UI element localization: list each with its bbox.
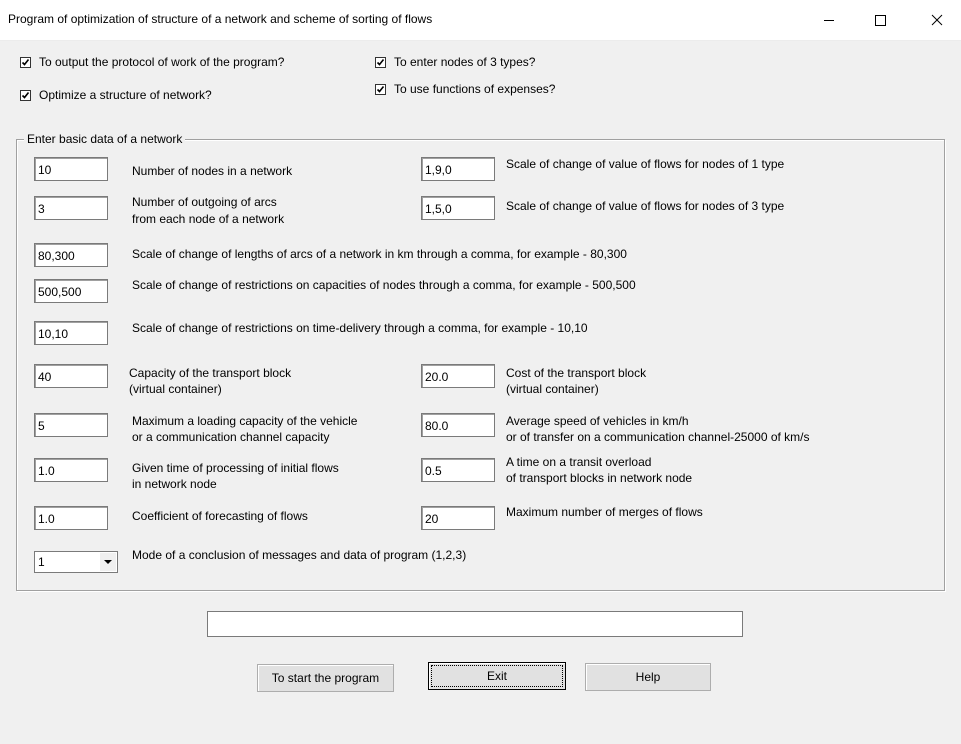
- flow-scale-type3-label: Scale of change of value of flows for no…: [506, 199, 785, 213]
- node-capacities-input[interactable]: 500,500: [34, 279, 108, 303]
- time-delivery-label: Scale of change of restrictions on time-…: [132, 321, 588, 335]
- max-merges-input[interactable]: 20: [421, 506, 495, 530]
- processing-time-input[interactable]: 1.0: [34, 458, 108, 482]
- checkbox-box[interactable]: [375, 57, 386, 68]
- forecast-coef-label: Coefficient of forecasting of flows: [132, 509, 308, 523]
- block-capacity-input[interactable]: 40: [34, 364, 108, 388]
- time-delivery-input[interactable]: 10,10: [34, 321, 108, 345]
- exit-button[interactable]: Exit: [428, 662, 566, 690]
- enter-nodes-3-types-checkbox[interactable]: To enter nodes of 3 types?: [375, 55, 535, 70]
- use-expense-functions-label: To use functions of expenses?: [394, 82, 556, 96]
- vehicle-capacity-input[interactable]: 5: [34, 413, 108, 437]
- mode-label: Mode of a conclusion of messages and dat…: [132, 548, 467, 562]
- forecast-coef-input[interactable]: 1.0: [34, 506, 108, 530]
- optimize-structure-checkbox[interactable]: Optimize a structure of network?: [20, 88, 212, 103]
- block-cost-label-2: (virtual container): [506, 382, 599, 396]
- enter-nodes-3-types-label: To enter nodes of 3 types?: [394, 55, 536, 69]
- use-expense-functions-checkbox[interactable]: To use functions of expenses?: [375, 82, 555, 97]
- minimize-icon: [823, 20, 834, 21]
- flow-scale-type1-label: Scale of change of value of flows for no…: [506, 157, 785, 171]
- node-capacities-label: Scale of change of restrictions on capac…: [132, 278, 636, 292]
- mode-select-value: 1: [38, 555, 45, 569]
- check-icon: [376, 59, 385, 66]
- nodes-count-input[interactable]: 10: [34, 157, 108, 181]
- checkbox-box[interactable]: [20, 90, 31, 101]
- vehicle-capacity-label-1: Maximum a loading capacity of the vehicl…: [132, 414, 358, 428]
- flow-scale-type3-input[interactable]: 1,5,0: [421, 196, 495, 220]
- vehicle-speed-input[interactable]: 80.0: [421, 413, 495, 437]
- chevron-down-icon: [104, 559, 112, 564]
- flow-scale-type1-input[interactable]: 1,9,0: [421, 157, 495, 181]
- arc-lengths-input[interactable]: 80,300: [34, 243, 108, 267]
- status-field: [207, 611, 743, 637]
- block-capacity-label-1: Capacity of the transport block: [129, 366, 292, 380]
- vehicle-capacity-label-2: or a communication channel capacity: [132, 430, 330, 444]
- max-merges-label: Maximum number of merges of flows: [506, 505, 703, 519]
- outgoing-arcs-label-2: from each node of a network: [132, 212, 285, 226]
- checkbox-box[interactable]: [20, 57, 31, 68]
- nodes-count-label: Number of nodes in a network: [132, 164, 293, 178]
- mode-select[interactable]: 1: [34, 551, 118, 573]
- output-protocol-label: To output the protocol of work of the pr…: [39, 55, 285, 69]
- processing-time-label-1: Given time of processing of initial flow…: [132, 461, 339, 475]
- arc-lengths-label: Scale of change of lengths of arcs of a …: [132, 247, 627, 261]
- block-capacity-label-2: (virtual container): [129, 382, 222, 396]
- optimize-structure-label: Optimize a structure of network?: [39, 88, 212, 102]
- maximize-icon: [874, 15, 886, 26]
- close-button[interactable]: [914, 0, 959, 40]
- group-legend: Enter basic data of a network: [24, 132, 186, 147]
- window-title: Program of optimization of structure of …: [8, 12, 433, 26]
- checkbox-box[interactable]: [375, 84, 386, 95]
- check-icon: [376, 86, 385, 93]
- close-icon: [931, 14, 942, 26]
- maximize-button[interactable]: [857, 0, 902, 40]
- processing-time-label-2: in network node: [132, 477, 217, 491]
- check-icon: [21, 59, 30, 66]
- mode-select-dropdown-button[interactable]: [100, 553, 116, 571]
- block-cost-input[interactable]: 20.0: [421, 364, 495, 388]
- block-cost-label-1: Cost of the transport block: [506, 366, 647, 380]
- outgoing-arcs-input[interactable]: 3: [34, 196, 108, 220]
- vehicle-speed-label-1: Average speed of vehicles in km/h: [506, 414, 689, 428]
- outgoing-arcs-label-1: Number of outgoing of arcs: [132, 195, 277, 209]
- transit-time-input[interactable]: 0.5: [421, 458, 495, 482]
- check-icon: [21, 92, 30, 99]
- transit-time-label-2: of transport blocks in network node: [506, 471, 693, 485]
- transit-time-label-1: A time on a transit overload: [506, 455, 652, 469]
- vehicle-speed-label-2: or of transfer on a communication channe…: [506, 430, 810, 444]
- help-button[interactable]: Help: [585, 663, 711, 691]
- title-bar: Program of optimization of structure of …: [0, 0, 961, 41]
- output-protocol-checkbox[interactable]: To output the protocol of work of the pr…: [20, 55, 284, 70]
- minimize-button[interactable]: [806, 0, 851, 40]
- start-program-button[interactable]: To start the program: [257, 664, 394, 692]
